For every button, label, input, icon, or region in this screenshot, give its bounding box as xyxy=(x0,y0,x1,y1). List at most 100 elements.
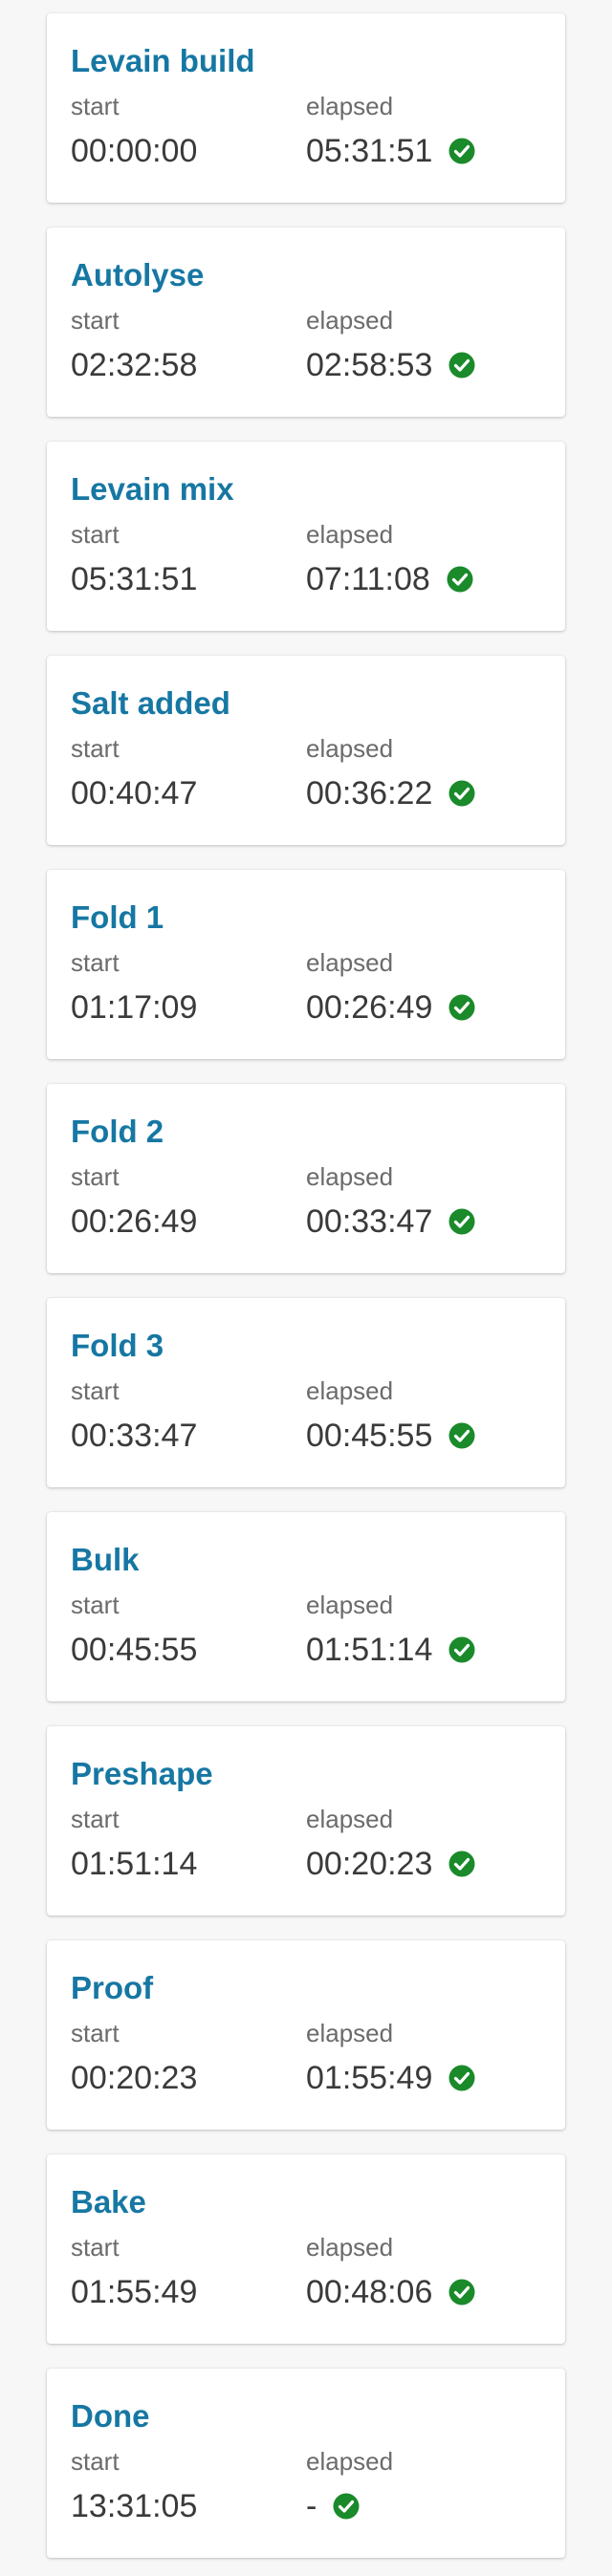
step-fields: start 13:31:05 elapsed - xyxy=(71,2447,541,2525)
start-label: start xyxy=(71,520,120,549)
step-card[interactable]: Proof start 00:20:23 elapsed 01:55:49 xyxy=(47,1940,565,2130)
elapsed-value-row: 00:26:49 xyxy=(306,988,541,1027)
check-circle-icon xyxy=(448,779,476,808)
step-card[interactable]: Levain mix start 05:31:51 elapsed 07:11:… xyxy=(47,442,565,631)
start-value: 00:33:47 xyxy=(71,1418,198,1454)
elapsed-field: elapsed 00:36:22 xyxy=(306,734,541,812)
start-value: 00:45:55 xyxy=(71,1632,198,1668)
elapsed-value-row: 05:31:51 xyxy=(306,132,541,170)
check-circle-icon xyxy=(332,2492,361,2521)
start-value: 00:20:23 xyxy=(71,2060,198,2096)
elapsed-value: 00:33:47 xyxy=(306,1203,433,1240)
step-card[interactable]: Fold 2 start 00:26:49 elapsed 00:33:47 xyxy=(47,1084,565,1273)
elapsed-field: elapsed 00:48:06 xyxy=(306,2233,541,2311)
elapsed-value-row: 01:51:14 xyxy=(306,1631,541,1669)
step-card[interactable]: Salt added start 00:40:47 elapsed 00:36:… xyxy=(47,656,565,845)
elapsed-field: elapsed 01:51:14 xyxy=(306,1591,541,1669)
start-value: 01:17:09 xyxy=(71,989,198,1026)
elapsed-label: elapsed xyxy=(306,2447,394,2476)
elapsed-value: 00:20:23 xyxy=(306,1846,433,1882)
step-card[interactable]: Bake start 01:55:49 elapsed 00:48:06 xyxy=(47,2154,565,2344)
elapsed-value: 01:55:49 xyxy=(306,2060,433,2096)
elapsed-field: elapsed - xyxy=(306,2447,541,2525)
start-field: start 00:26:49 xyxy=(71,1162,306,1241)
elapsed-value: 00:36:22 xyxy=(306,775,433,812)
step-fields: start 02:32:58 elapsed 02:58:53 xyxy=(71,306,541,384)
step-card[interactable]: Fold 1 start 01:17:09 elapsed 00:26:49 xyxy=(47,870,565,1059)
elapsed-value-row: 02:58:53 xyxy=(306,346,541,384)
start-field: start 13:31:05 xyxy=(71,2447,306,2525)
step-fields: start 00:40:47 elapsed 00:36:22 xyxy=(71,734,541,812)
check-circle-icon xyxy=(448,1207,476,1236)
elapsed-value-row: - xyxy=(306,2487,541,2525)
step-card[interactable]: Done start 13:31:05 elapsed - xyxy=(47,2369,565,2558)
step-fields: start 01:17:09 elapsed 00:26:49 xyxy=(71,948,541,1027)
check-circle-icon xyxy=(448,2278,476,2306)
check-circle-icon xyxy=(448,2064,476,2092)
start-value-row: 02:32:58 xyxy=(71,346,306,384)
start-label: start xyxy=(71,92,120,120)
elapsed-label: elapsed xyxy=(306,948,394,977)
start-field: start 00:40:47 xyxy=(71,734,306,812)
step-title: Fold 1 xyxy=(71,899,164,935)
elapsed-value: 00:45:55 xyxy=(306,1418,433,1454)
elapsed-value: 02:58:53 xyxy=(306,347,433,383)
step-title: Done xyxy=(71,2398,150,2434)
step-fields: start 00:45:55 elapsed 01:51:14 xyxy=(71,1591,541,1669)
start-value: 00:40:47 xyxy=(71,775,198,812)
step-title: Proof xyxy=(71,1970,154,2005)
elapsed-value: 01:51:14 xyxy=(306,1632,433,1668)
elapsed-value-row: 07:11:08 xyxy=(306,560,541,598)
elapsed-field: elapsed 00:26:49 xyxy=(306,948,541,1027)
elapsed-label: elapsed xyxy=(306,1376,394,1405)
start-value-row: 00:40:47 xyxy=(71,774,306,812)
step-title: Autolyse xyxy=(71,257,205,292)
start-value-row: 01:51:14 xyxy=(71,1845,306,1883)
elapsed-label: elapsed xyxy=(306,92,394,120)
check-circle-icon xyxy=(448,993,476,1022)
elapsed-label: elapsed xyxy=(306,734,394,763)
step-title: Salt added xyxy=(71,685,230,721)
elapsed-field: elapsed 07:11:08 xyxy=(306,520,541,598)
elapsed-label: elapsed xyxy=(306,1591,394,1619)
step-card[interactable]: Fold 3 start 00:33:47 elapsed 00:45:55 xyxy=(47,1298,565,1487)
start-value-row: 00:20:23 xyxy=(71,2059,306,2097)
start-value: 01:55:49 xyxy=(71,2274,198,2310)
start-value-row: 13:31:05 xyxy=(71,2487,306,2525)
start-value: 01:51:14 xyxy=(71,1846,198,1882)
elapsed-value-row: 01:55:49 xyxy=(306,2059,541,2097)
elapsed-label: elapsed xyxy=(306,1805,394,1833)
elapsed-value: 00:48:06 xyxy=(306,2274,433,2310)
elapsed-field: elapsed 01:55:49 xyxy=(306,2019,541,2097)
start-value-row: 01:55:49 xyxy=(71,2273,306,2311)
start-label: start xyxy=(71,948,120,977)
check-circle-icon xyxy=(448,1421,476,1450)
check-circle-icon xyxy=(448,1850,476,1878)
start-value-row: 05:31:51 xyxy=(71,560,306,598)
elapsed-value-row: 00:20:23 xyxy=(306,1845,541,1883)
step-card[interactable]: Levain build start 00:00:00 elapsed 05:3… xyxy=(47,13,565,203)
elapsed-field: elapsed 00:20:23 xyxy=(306,1805,541,1883)
elapsed-value: 00:26:49 xyxy=(306,989,433,1026)
start-value-row: 00:45:55 xyxy=(71,1631,306,1669)
check-circle-icon xyxy=(446,565,474,594)
step-card[interactable]: Preshape start 01:51:14 elapsed 00:20:23 xyxy=(47,1726,565,1916)
elapsed-label: elapsed xyxy=(306,1162,394,1191)
step-fields: start 00:20:23 elapsed 01:55:49 xyxy=(71,2019,541,2097)
start-label: start xyxy=(71,2019,120,2047)
elapsed-field: elapsed 05:31:51 xyxy=(306,92,541,170)
start-field: start 02:32:58 xyxy=(71,306,306,384)
step-card[interactable]: Autolyse start 02:32:58 elapsed 02:58:53 xyxy=(47,227,565,417)
step-title: Fold 3 xyxy=(71,1328,164,1363)
step-title: Bake xyxy=(71,2184,146,2219)
check-circle-icon xyxy=(448,137,476,165)
elapsed-value: 07:11:08 xyxy=(306,561,430,597)
start-value-row: 00:00:00 xyxy=(71,132,306,170)
start-label: start xyxy=(71,1591,120,1619)
check-circle-icon xyxy=(448,1635,476,1664)
start-value: 13:31:05 xyxy=(71,2488,198,2524)
step-card[interactable]: Bulk start 00:45:55 elapsed 01:51:14 xyxy=(47,1512,565,1701)
elapsed-label: elapsed xyxy=(306,2233,394,2262)
step-title: Levain mix xyxy=(71,471,234,507)
start-field: start 00:20:23 xyxy=(71,2019,306,2097)
